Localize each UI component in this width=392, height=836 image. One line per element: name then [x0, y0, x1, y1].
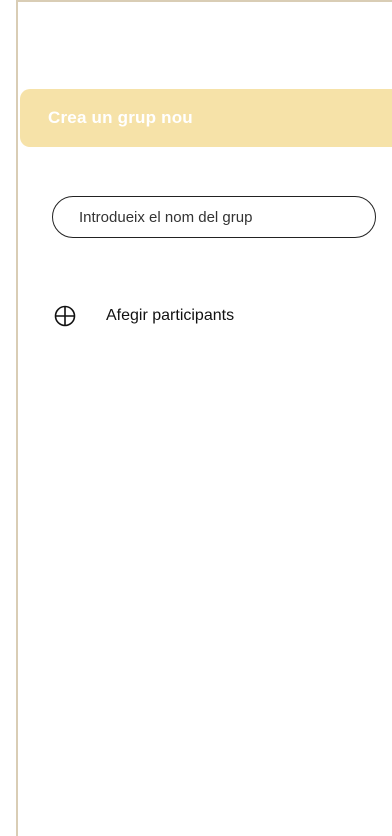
group-name-field[interactable]: [52, 196, 376, 238]
add-participants-button[interactable]: Afegir participants: [54, 304, 234, 328]
plus-circle-icon[interactable]: [54, 305, 76, 327]
create-group-screen: Crea un grup nou Afegir participants: [16, 0, 392, 836]
page-title: Crea un grup nou: [48, 108, 193, 127]
add-participants-label: Afegir participants: [106, 307, 235, 324]
header-bar: Crea un grup nou: [20, 89, 392, 147]
group-name-input[interactable]: [79, 208, 375, 226]
